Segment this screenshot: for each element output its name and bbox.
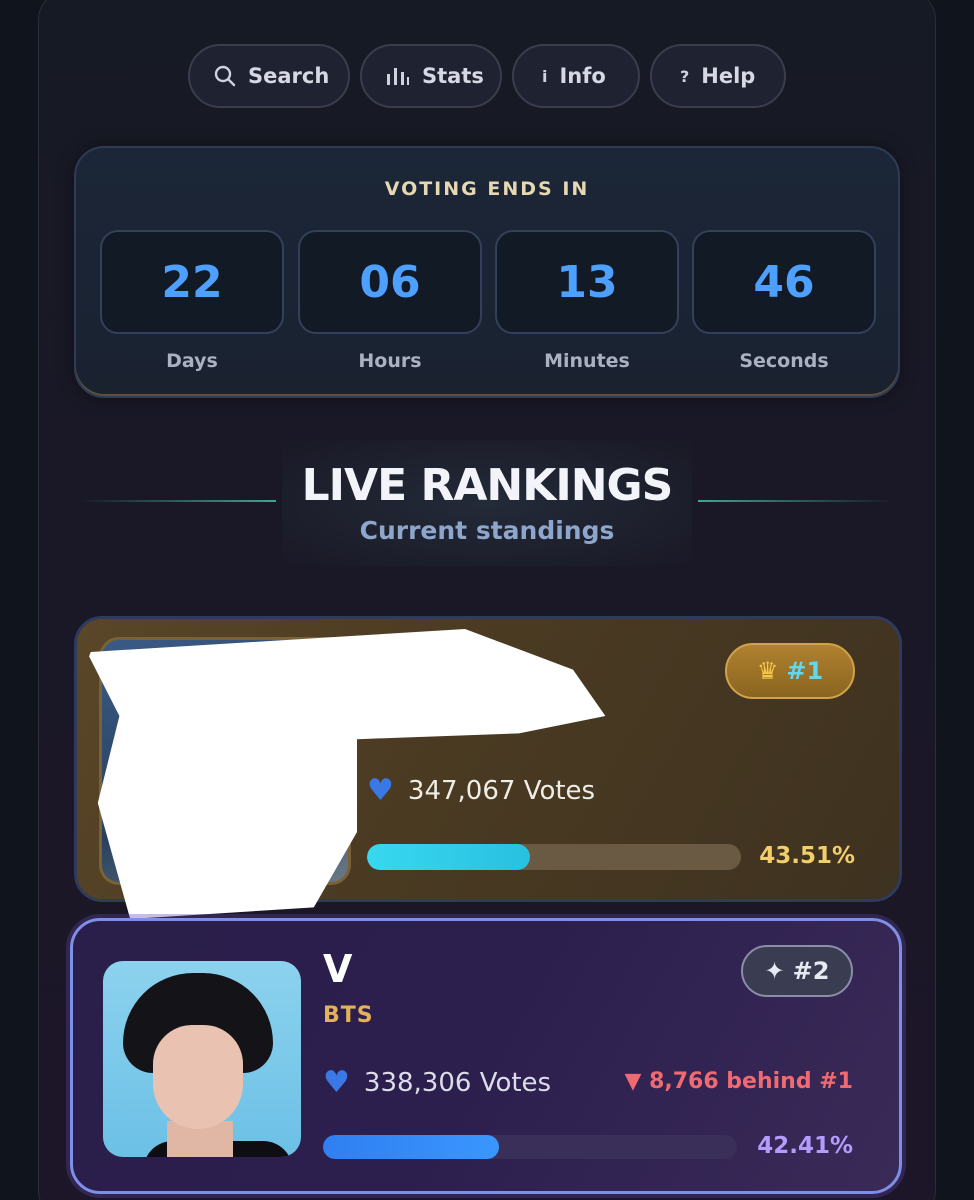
vote-percent: 42.41% [757,1133,853,1159]
question-icon: ? [680,66,690,86]
artist-photo [103,961,301,1157]
search-label: Search [248,64,330,88]
behind-leader-text: ▼ 8,766 behind #1 [624,1069,853,1094]
help-label: Help [701,64,756,88]
minutes-value: 13 [495,230,679,334]
vote-percent: 43.51% [759,843,855,869]
days-label: Days [166,350,218,372]
stats-button[interactable]: Stats [360,44,502,108]
countdown-days: 22 Days [100,230,284,372]
search-icon [214,65,236,87]
heart-icon: ♥ [367,773,394,808]
sparkle-icon: ✦ [764,957,785,985]
bar-chart-icon [386,66,410,86]
crown-icon: ♛ [756,657,779,685]
ranking-card-2[interactable]: V BTS ✦ #2 ♥ 338,306 Votes ▼ 8,766 behin… [70,918,902,1194]
info-icon: i [542,66,548,86]
rankings-title: LIVE RANKINGS [301,460,674,511]
top-nav: Search Stats i Info ? Help [0,44,974,108]
vote-count: ♥ 338,306 Votes [323,1065,551,1100]
stats-label: Stats [422,64,484,88]
search-button[interactable]: Search [188,44,350,108]
seconds-label: Seconds [739,350,829,372]
hours-value: 06 [298,230,482,334]
vote-share-fill [367,844,530,870]
vote-count: ♥ 347,067 Votes [367,773,595,808]
rank-badge: ♛ #1 [725,643,855,699]
seconds-value: 46 [692,230,876,334]
countdown-hours: 06 Hours [298,230,482,372]
rankings-subtitle: Current standings [359,516,615,545]
hours-label: Hours [358,350,422,372]
rankings-header: LIVE RANKINGS Current standings [282,440,692,566]
info-label: Info [559,64,606,88]
help-button[interactable]: ? Help [650,44,786,108]
rank-label: #2 [792,957,830,985]
days-value: 22 [100,230,284,334]
countdown-title: VOTING ENDS IN [384,178,590,200]
ranking-card-1[interactable]: ♛ #1 ♥ 347,067 Votes 43.51% [74,616,902,919]
vote-share-fill [323,1135,499,1159]
rank-label: #1 [786,657,824,685]
artist-group: BTS [323,1003,374,1028]
votes-text: 347,067 Votes [407,775,596,806]
vote-share-bar [367,844,741,870]
rank-badge: ✦ #2 [741,945,853,997]
artist-name: V [323,947,353,991]
countdown-seconds: 46 Seconds [692,230,876,372]
divider-left [80,500,276,502]
votes-text: 338,306 Votes [363,1067,552,1098]
countdown-minutes: 13 Minutes [495,230,679,372]
info-button[interactable]: i Info [512,44,640,108]
divider-right [698,500,894,502]
vote-share-bar [323,1135,737,1159]
heart-icon: ♥ [323,1065,350,1100]
voting-countdown: VOTING ENDS IN 22 Days 06 Hours 13 Minut… [74,146,900,398]
minutes-label: Minutes [544,350,630,372]
